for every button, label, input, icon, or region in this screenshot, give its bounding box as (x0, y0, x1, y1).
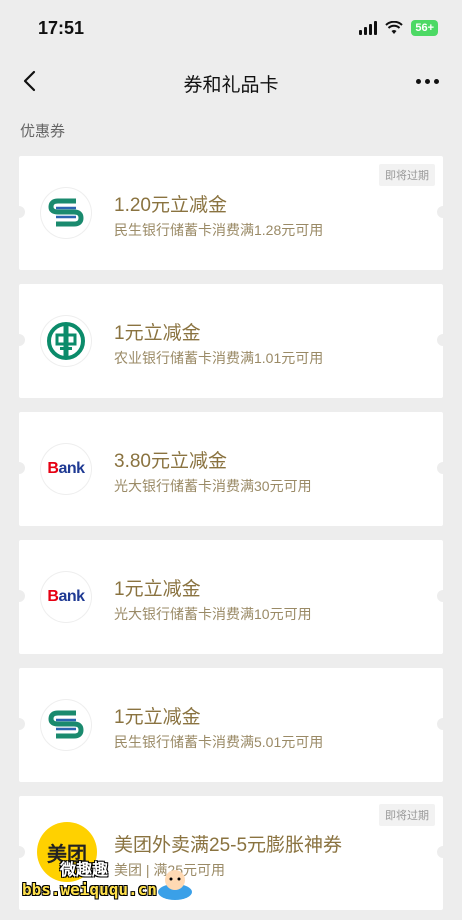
watermark-url: bbs.weiququ.cn (22, 880, 157, 899)
coupon-desc: 光大银行储蓄卡消费满10元可用 (114, 606, 312, 622)
cmbc-logo-icon (41, 700, 91, 750)
coupon-desc: 农业银行储蓄卡消费满1.01元可用 (114, 350, 324, 366)
status-icons: 56+ (359, 20, 438, 36)
coupon-card[interactable]: 1.20元立减金 民生银行储蓄卡消费满1.28元可用 即将过期 (13, 156, 449, 270)
more-dot-icon (415, 78, 421, 84)
more-button[interactable] (410, 66, 444, 96)
nav-bar: 券和礼品卡 (0, 56, 462, 108)
coupon-title: 1元立减金 (114, 579, 201, 600)
coupon-desc: 光大银行储蓄卡消费满30元可用 (114, 478, 312, 494)
coupon-title: 1元立减金 (114, 707, 201, 728)
more-dot-icon (424, 78, 430, 84)
cmbc-logo-icon (41, 188, 91, 238)
coupon-card[interactable]: 1元立减金 民生银行储蓄卡消费满5.01元可用 (13, 668, 449, 782)
expiring-badge: 即将过期 (379, 804, 435, 826)
coupon-card[interactable]: Bank 3.80元立减金 光大银行储蓄卡消费满30元可用 (13, 412, 449, 526)
status-bar: 17:51 56+ (0, 0, 462, 56)
coupon-title: 3.80元立减金 (114, 451, 227, 472)
ebank-logo-icon: Bank (41, 572, 91, 622)
coupon-desc: 民生银行储蓄卡消费满5.01元可用 (114, 734, 324, 750)
coupon-title: 1元立减金 (114, 323, 201, 344)
coupon-card[interactable]: 1元立减金 农业银行储蓄卡消费满1.01元可用 (13, 284, 449, 398)
wifi-icon (385, 21, 404, 34)
more-dot-icon (433, 78, 439, 84)
coupon-desc: 民生银行储蓄卡消费满1.28元可用 (114, 222, 324, 238)
coupon-title: 美团外卖满25-5元膨胀神券 (114, 835, 343, 856)
ebank-logo-icon: Bank (41, 444, 91, 494)
signal-icon (359, 21, 378, 35)
coupon-title: 1.20元立减金 (114, 195, 227, 216)
abc-logo-icon (41, 316, 91, 366)
expiring-badge: 即将过期 (379, 164, 435, 186)
status-time: 17:51 (38, 18, 85, 38)
mascot-icon (158, 870, 192, 900)
coupon-card[interactable]: Bank 1元立减金 光大银行储蓄卡消费满10元可用 (13, 540, 449, 654)
section-label: 优惠券 (20, 123, 66, 140)
watermark-title: 微趣趣 (60, 860, 109, 879)
battery-icon: 56+ (411, 20, 438, 36)
page-title: 券和礼品卡 (183, 75, 279, 96)
